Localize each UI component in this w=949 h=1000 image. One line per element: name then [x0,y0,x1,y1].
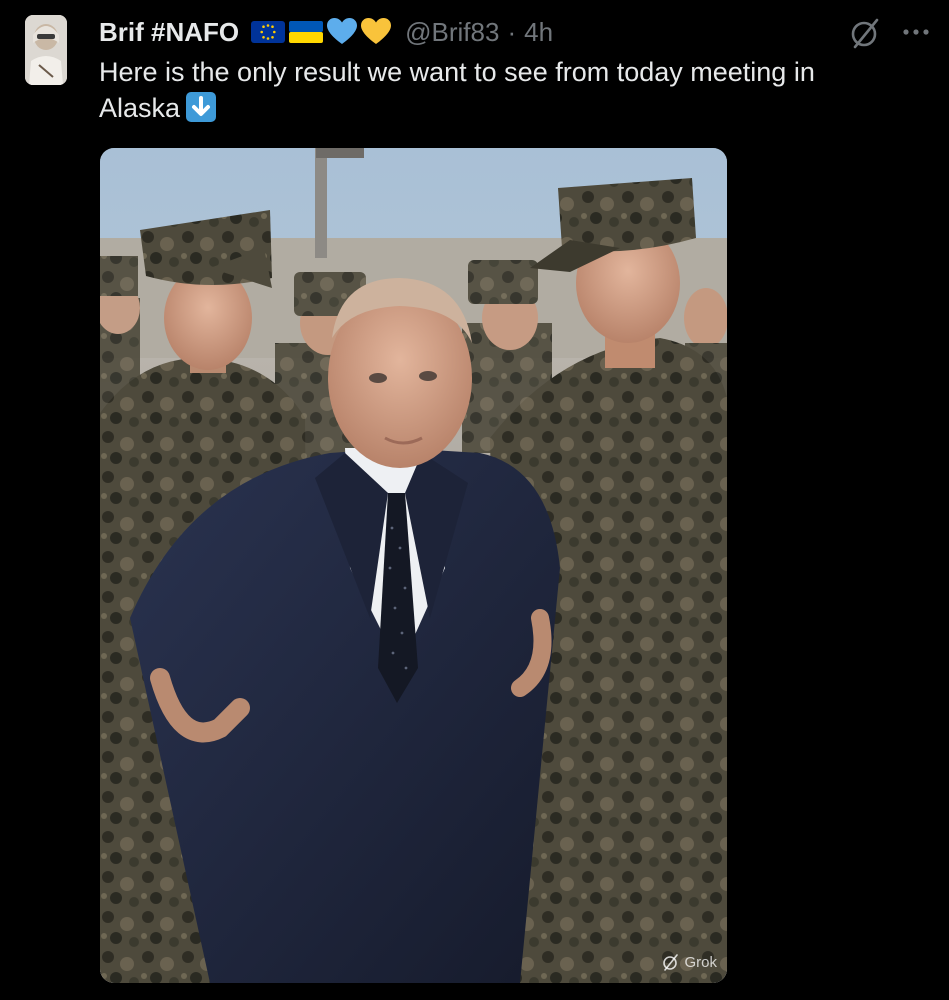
grok-watermark-label: Grok [684,953,717,971]
grok-logo-icon [663,954,679,971]
tweet-text: Here is the only result we want to see f… [99,54,899,126]
avatar[interactable] [25,15,67,85]
tweet-header: Brif #NAFO @Brif83 · 4h [99,14,553,50]
name-badges [251,18,392,46]
more-options-icon[interactable] [898,22,934,42]
eu-flag-icon [251,21,286,43]
photo-illustration [100,148,727,983]
avatar-image [25,15,67,85]
timestamp[interactable]: 4h [524,17,553,48]
display-name[interactable]: Brif #NAFO [99,17,239,48]
down-arrow-emoji-icon [186,92,217,122]
author-handle[interactable]: @Brif83 [405,17,499,48]
separator-dot: · [507,16,517,47]
tweet-media-image[interactable]: Grok [100,148,727,983]
tweet[interactable]: Brif #NAFO @Brif83 · 4h Here is the only… [0,0,949,1000]
blue-heart-icon [327,18,358,44]
ukraine-flag-icon [289,21,324,43]
yellow-heart-icon [361,18,392,44]
grok-watermark: Grok [662,953,717,971]
grok-icon[interactable] [849,16,883,50]
